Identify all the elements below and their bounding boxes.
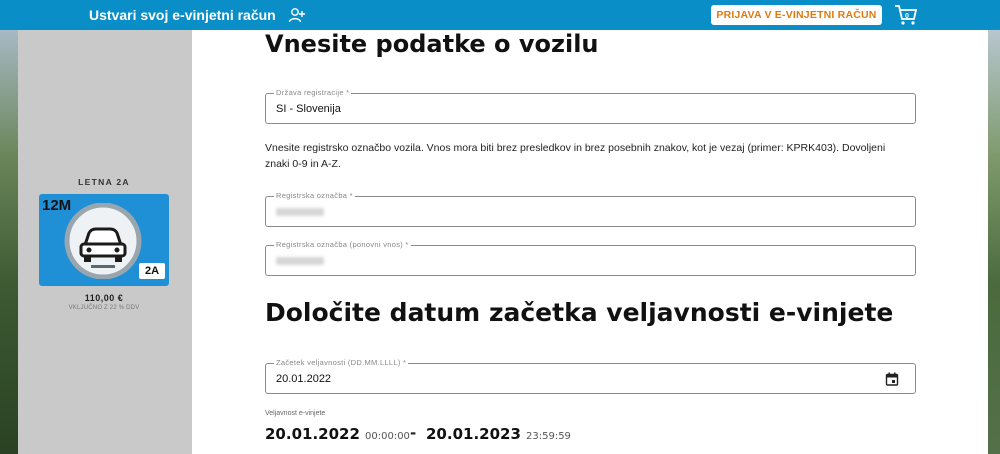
valid-to-date: 20.01.2023 — [426, 425, 521, 443]
calendar-icon[interactable] — [885, 372, 899, 386]
plate-repeat-label: Registrska označba (ponovni vnos) * — [274, 240, 411, 250]
login-button[interactable]: PRIJAVA V E-VINJETNI RAČUN — [711, 5, 882, 25]
plate-label: Registrska označba * — [274, 191, 355, 201]
valid-to: 20.01.2023 23:59:59 — [426, 424, 571, 443]
start-date-label: Začetek veljavnosti (DD.MM.LLLL) * — [274, 358, 409, 368]
add-user-icon[interactable] — [288, 6, 306, 24]
country-select[interactable]: Država registracije * SI - Slovenija — [265, 88, 916, 124]
vehicle-class-badge: 2A — [139, 263, 165, 279]
top-bar: Ustvari svoj e-vinjetni račun PRIJAVA V … — [0, 0, 1000, 30]
vehicle-heading: Vnesite podatke o vozilu — [265, 30, 599, 58]
plate-input[interactable]: Registrska označba * — [265, 191, 916, 227]
country-label: Država registracije * — [274, 88, 352, 98]
start-date-input[interactable]: Začetek veljavnosti (DD.MM.LLLL) * 20.01… — [265, 358, 916, 394]
plate-value-redacted — [276, 208, 324, 216]
cart-count-badge: 0 — [905, 13, 909, 20]
valid-from-date: 20.01.2022 — [265, 425, 360, 443]
plate-repeat-value-redacted — [276, 257, 324, 265]
plate-repeat-input[interactable]: Registrska označba (ponovni vnos) * — [265, 240, 916, 276]
valid-from-time: 00:00:00 — [365, 431, 410, 442]
vat-note: VKLJUČNO Z 22 % DDV — [68, 305, 140, 311]
valid-from: 20.01.2022 00:00:00 — [265, 424, 410, 443]
valid-to-time: 23:59:59 — [526, 431, 571, 442]
car-emblem-icon — [64, 203, 142, 279]
background-forest-right — [988, 30, 1000, 454]
date-heading: Določite datum začetka veljavnosti e-vin… — [265, 298, 894, 327]
validity-separator: - — [410, 424, 417, 442]
validity-label: Veljavnost e-vinjete — [265, 410, 326, 417]
vignette-card: 12M 2A — [39, 194, 169, 286]
vignette-price: 110,00 € — [84, 293, 124, 303]
start-date-value: 20.01.2022 — [276, 373, 332, 385]
vignette-title: LETNA 2A — [78, 177, 130, 187]
create-account-link[interactable]: Ustvari svoj e-vinjetni račun — [89, 7, 276, 23]
country-value: SI - Slovenija — [276, 103, 341, 115]
background-forest-left — [0, 30, 18, 454]
plate-instructions: Vnesite registrsko označbo vozila. Vnos … — [265, 142, 886, 170]
